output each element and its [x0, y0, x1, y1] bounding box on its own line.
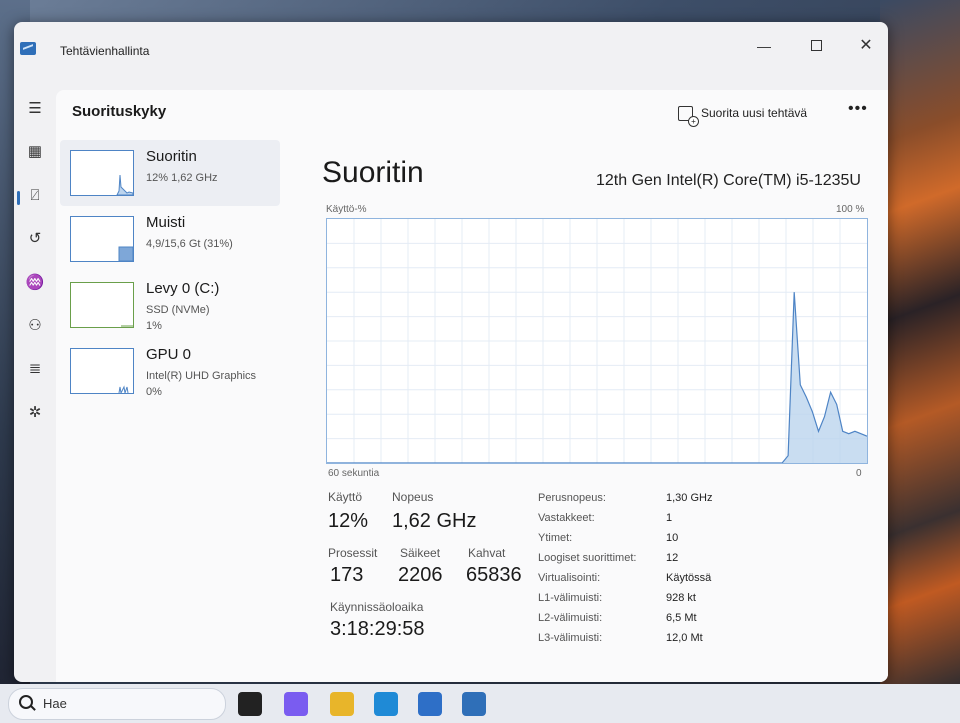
- speed-value: 1,62 GHz: [392, 510, 477, 532]
- cpu-model: 12th Gen Intel(R) Core(TM) i5-1235U: [596, 172, 861, 189]
- maximize-button[interactable]: [802, 36, 830, 56]
- device-detail-line1: Intel(R) UHD Graphics: [146, 370, 257, 382]
- spec-key: L1-välimuisti:: [538, 592, 603, 604]
- spec-key: Loogiset suorittimet:: [538, 552, 637, 564]
- spec-value: Käytössä: [666, 572, 712, 584]
- device-name: Suoritin: [146, 148, 197, 165]
- device-item-cpu[interactable]: Suoritin 12% 1,62 GHz: [60, 140, 280, 206]
- device-detail-line1: 4,9/15,6 Gt (31%): [146, 238, 233, 250]
- task-manager-app-icon: [20, 42, 36, 55]
- graph-zero-label: 0: [856, 468, 862, 479]
- device-detail-line2: 0%: [146, 386, 162, 398]
- processes-value: 173: [330, 564, 364, 586]
- spec-key: Virtualisointi:: [538, 572, 601, 584]
- speed-label: Nopeus: [392, 490, 434, 504]
- device-detail: Intel(R) UHD Graphics 0%: [146, 368, 256, 400]
- widgets-icon[interactable]: [238, 692, 262, 716]
- services-icon[interactable]: ✲: [20, 400, 50, 426]
- spec-key: Perusnopeus:: [538, 492, 606, 504]
- cpu-thumbnail: [70, 150, 134, 196]
- active-indicator: [17, 191, 20, 205]
- performance-icon[interactable]: ⍁: [17, 183, 50, 209]
- device-detail-line2: 1%: [146, 320, 162, 332]
- task-manager-window: Tehtävienhallinta — ✕ ☰ ▦ ⍁ ↺ ♒ ⚇ ≣ ✲ ⚙ …: [14, 22, 888, 682]
- handles-value: 65836: [466, 564, 522, 586]
- device-item-memory[interactable]: Muisti 4,9/15,6 Gt (31%): [60, 206, 280, 272]
- spec-value: 12,0 Mt: [666, 632, 703, 644]
- device-detail: SSD (NVMe) 1%: [146, 302, 210, 334]
- device-detail-line1: 12% 1,62 GHz: [146, 172, 218, 184]
- spec-value: 1: [666, 512, 673, 524]
- close-button[interactable]: ✕: [852, 36, 880, 56]
- title-bar[interactable]: Tehtävienhallinta — ✕: [14, 22, 888, 78]
- spec-value: 928 kt: [666, 592, 696, 604]
- spec-key: L3-välimuisti:: [538, 632, 603, 644]
- performance-glyph: ⍁: [30, 187, 40, 204]
- search-icon: [19, 695, 33, 709]
- spec-value: 12: [666, 552, 679, 564]
- run-new-task-button[interactable]: Suorita uusi tehtävä: [678, 102, 808, 127]
- gpu-thumbnail: [70, 348, 134, 394]
- usage-axis-max: 100 %: [836, 204, 865, 215]
- device-item-disk[interactable]: Levy 0 (C:) SSD (NVMe) 1%: [60, 272, 280, 338]
- task-manager-icon[interactable]: [462, 692, 486, 716]
- memory-thumbnail-graph: [118, 246, 133, 261]
- run-task-icon: [678, 105, 699, 127]
- memory-thumbnail: [70, 216, 134, 262]
- cpu-heading: Suoritin: [322, 156, 424, 189]
- graph-time-label: 60 sekuntia: [328, 468, 380, 479]
- uptime-label: Käynnissäoloaika: [330, 600, 424, 614]
- spec-key: L2-välimuisti:: [538, 612, 603, 624]
- device-list: Suoritin 12% 1,62 GHz Muisti 4,9/15,6 Gt…: [60, 140, 280, 404]
- taskbar-search-box[interactable]: Hae: [8, 688, 226, 720]
- spec-key: Vastakkeet:: [538, 512, 595, 524]
- minimize-button[interactable]: —: [750, 36, 778, 56]
- startup-apps-icon[interactable]: ♒: [20, 270, 50, 296]
- usage-axis-label: Käyttö-%: [326, 204, 367, 215]
- uptime-value: 3:18:29:58: [330, 618, 425, 640]
- run-task-label: Suorita uusi tehtävä: [701, 106, 808, 120]
- page-title: Suorituskyky: [72, 103, 167, 120]
- copilot-icon[interactable]: [284, 692, 308, 716]
- users-icon[interactable]: ⚇: [20, 313, 50, 339]
- window-title: Tehtävienhallinta: [60, 44, 150, 58]
- device-detail: 4,9/15,6 Gt (31%): [146, 236, 233, 252]
- gpu-thumbnail-graph: [118, 385, 129, 393]
- processes-label: Prosessit: [328, 546, 378, 560]
- usage-value: 12%: [328, 510, 369, 532]
- threads-value: 2206: [398, 564, 443, 586]
- cpu-usage-graph: [326, 218, 868, 464]
- spec-value: 6,5 Mt: [666, 612, 697, 624]
- store-icon[interactable]: [418, 692, 442, 716]
- menu-icon[interactable]: ☰: [20, 96, 50, 122]
- device-item-gpu[interactable]: GPU 0 Intel(R) UHD Graphics 0%: [60, 338, 280, 404]
- cpu-usage-svg: [327, 219, 868, 464]
- spec-value: 10: [666, 532, 679, 544]
- disk-thumbnail: [70, 282, 134, 328]
- search-placeholder: Hae: [43, 696, 67, 711]
- disk-thumbnail-graph: [121, 325, 133, 327]
- navigation-rail: ☰ ▦ ⍁ ↺ ♒ ⚇ ≣ ✲: [14, 78, 60, 682]
- handles-label: Kahvat: [468, 546, 506, 560]
- more-options-button[interactable]: •••: [848, 100, 868, 118]
- threads-label: Säikeet: [400, 546, 441, 560]
- device-detail-line1: SSD (NVMe): [146, 304, 210, 316]
- maximize-icon: [810, 40, 822, 51]
- usage-label: Käyttö: [328, 490, 363, 504]
- spec-key: Ytimet:: [538, 532, 573, 544]
- taskbar: Hae: [0, 684, 960, 723]
- app-history-icon[interactable]: ↺: [20, 226, 50, 252]
- file-explorer-icon[interactable]: [330, 692, 354, 716]
- device-name: GPU 0: [146, 346, 192, 363]
- details-icon[interactable]: ≣: [20, 356, 50, 382]
- processes-icon[interactable]: ▦: [20, 139, 50, 165]
- device-name: Levy 0 (C:): [146, 280, 220, 297]
- performance-content: Suorituskyky Suorita uusi tehtävä ••• Su…: [56, 90, 888, 682]
- device-detail: 12% 1,62 GHz: [146, 170, 218, 186]
- cpu-thumbnail-graph: [116, 174, 133, 195]
- device-name: Muisti: [146, 214, 186, 231]
- desktop-wallpaper-right: [880, 0, 960, 690]
- spec-value: 1,30 GHz: [666, 492, 713, 504]
- edge-icon[interactable]: [374, 692, 398, 716]
